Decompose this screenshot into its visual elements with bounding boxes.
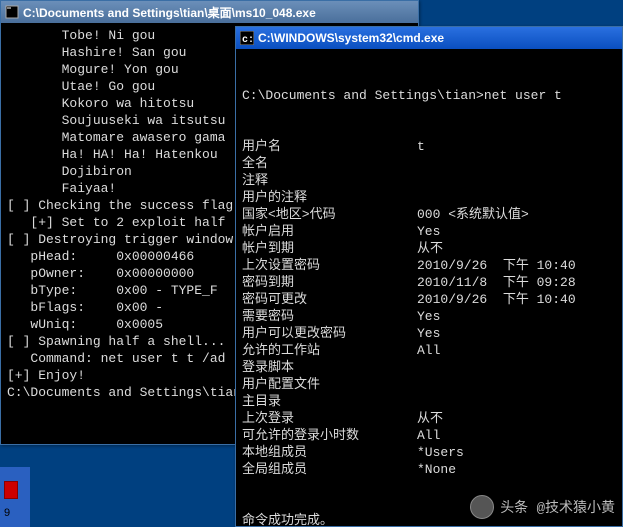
netuser-row: 全名 <box>242 155 616 172</box>
netuser-row: 密码可更改2010/9/26 下午 10:40 <box>242 291 616 308</box>
netuser-row: 帐户到期从不 <box>242 240 616 257</box>
netuser-label: 帐户到期 <box>242 240 417 257</box>
win2-titlebar[interactable]: c: C:\WINDOWS\system32\cmd.exe <box>236 27 622 49</box>
win1-title-text: C:\Documents and Settings\tian\桌面\ms10_0… <box>23 4 316 21</box>
netuser-value: 从不 <box>417 240 616 257</box>
taskbar-number: 9 <box>4 507 10 519</box>
watermark: 头条 @技术猿小黄 <box>470 495 615 519</box>
win2-terminal[interactable]: C:\Documents and Settings\tian>net user … <box>236 49 622 527</box>
netuser-value: Yes <box>417 325 616 342</box>
netuser-value: 2010/9/26 下午 10:40 <box>417 257 616 274</box>
netuser-row: 用户的注释 <box>242 189 616 206</box>
netuser-label: 上次设置密码 <box>242 257 417 274</box>
win1-titlebar[interactable]: C:\Documents and Settings\tian\桌面\ms10_0… <box>1 1 418 23</box>
netuser-value: 2010/11/8 下午 09:28 <box>417 274 616 291</box>
taskbar-fragment: 9 <box>0 467 30 527</box>
cmd-prompt-line: C:\Documents and Settings\tian>net user … <box>242 87 616 104</box>
netuser-value <box>417 359 616 376</box>
netuser-value: 000 <系统默认值> <box>417 206 616 223</box>
netuser-label: 国家<地区>代码 <box>242 206 417 223</box>
netuser-label: 用户的注释 <box>242 189 417 206</box>
netuser-label: 可允许的登录小时数 <box>242 427 417 444</box>
taskbar-button[interactable] <box>4 481 18 499</box>
netuser-row: 用户可以更改密码Yes <box>242 325 616 342</box>
netuser-label: 全局组成员 <box>242 461 417 478</box>
svg-text:c:: c: <box>242 35 254 45</box>
netuser-label: 用户可以更改密码 <box>242 325 417 342</box>
netuser-row: 全局组成员*None <box>242 461 616 478</box>
netuser-row: 帐户启用Yes <box>242 223 616 240</box>
netuser-value: *Users <box>417 444 616 461</box>
netuser-label: 主目录 <box>242 393 417 410</box>
netuser-row: 用户名t <box>242 138 616 155</box>
netuser-label: 需要密码 <box>242 308 417 325</box>
netuser-label: 上次登录 <box>242 410 417 427</box>
netuser-label: 登录脚本 <box>242 359 417 376</box>
netuser-row: 注释 <box>242 172 616 189</box>
netuser-value <box>417 155 616 172</box>
netuser-row: 可允许的登录小时数All <box>242 427 616 444</box>
netuser-value: Yes <box>417 308 616 325</box>
netuser-value: t <box>417 138 616 155</box>
netuser-value: All <box>417 427 616 444</box>
netuser-row: 登录脚本 <box>242 359 616 376</box>
netuser-row: 密码到期2010/11/8 下午 09:28 <box>242 274 616 291</box>
netuser-row: 本地组成员*Users <box>242 444 616 461</box>
netuser-label: 全名 <box>242 155 417 172</box>
netuser-label: 密码到期 <box>242 274 417 291</box>
win2-title-text: C:\WINDOWS\system32\cmd.exe <box>258 31 444 45</box>
netuser-label: 注释 <box>242 172 417 189</box>
netuser-value: 2010/9/26 下午 10:40 <box>417 291 616 308</box>
netuser-value <box>417 376 616 393</box>
netuser-value: *None <box>417 461 616 478</box>
netuser-value: All <box>417 342 616 359</box>
netuser-value: Yes <box>417 223 616 240</box>
cmd-window[interactable]: c: C:\WINDOWS\system32\cmd.exe C:\Docume… <box>235 26 623 527</box>
netuser-row: 上次设置密码2010/9/26 下午 10:40 <box>242 257 616 274</box>
netuser-label: 用户配置文件 <box>242 376 417 393</box>
netuser-label: 允许的工作站 <box>242 342 417 359</box>
netuser-value <box>417 172 616 189</box>
netuser-label: 帐户启用 <box>242 223 417 240</box>
netuser-row: 国家<地区>代码000 <系统默认值> <box>242 206 616 223</box>
netuser-row: 上次登录从不 <box>242 410 616 427</box>
netuser-label: 密码可更改 <box>242 291 417 308</box>
netuser-value: 从不 <box>417 410 616 427</box>
netuser-label: 本地组成员 <box>242 444 417 461</box>
netuser-row: 用户配置文件 <box>242 376 616 393</box>
window-icon <box>5 5 19 19</box>
cmd-icon: c: <box>240 31 254 45</box>
watermark-text: 头条 @技术猿小黄 <box>500 497 615 517</box>
netuser-label: 用户名 <box>242 138 417 155</box>
netuser-value <box>417 189 616 206</box>
avatar <box>470 495 494 519</box>
netuser-row: 需要密码Yes <box>242 308 616 325</box>
netuser-row: 主目录 <box>242 393 616 410</box>
netuser-value <box>417 393 616 410</box>
netuser-row: 允许的工作站All <box>242 342 616 359</box>
